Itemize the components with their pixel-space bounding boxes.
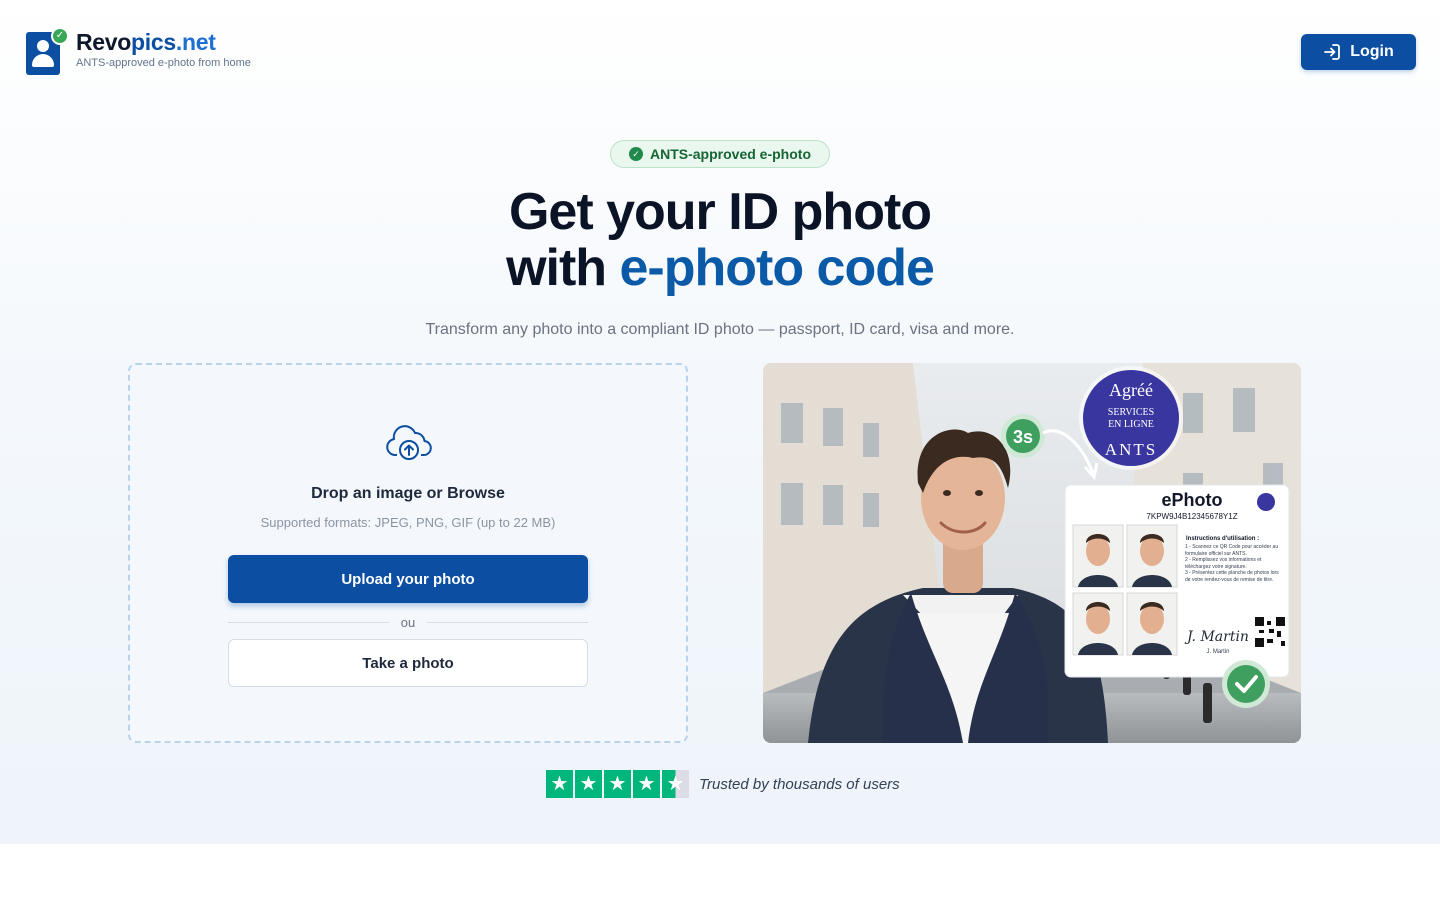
trust-rating: ★ ★ ★ ★ ★ Trusted by thousands of users (546, 770, 900, 798)
timer-text: 3s (1013, 427, 1033, 447)
login-label: Login (1350, 43, 1394, 60)
header: ✓ Revopics.net ANTS-approved e-photo fro… (0, 0, 1440, 100)
seal-mid-text-1: SERVICES (1108, 407, 1154, 418)
ants-seal: Agréé SERVICES EN LIGNE ANTS (1079, 366, 1183, 470)
page-title: Get your ID photo with e-photo code (0, 184, 1440, 296)
star-icon: ★ (575, 770, 602, 798)
instructions-title: Instructions d'utilisation : (1186, 536, 1259, 542)
instruction-3: 3 - Présentez cette planche de photos lo… (1185, 570, 1279, 583)
card-code: 7KPW9J4B12345678Y1Z (1146, 512, 1237, 521)
or-label: ou (400, 614, 416, 630)
seal-top-text: Agréé (1109, 380, 1153, 400)
cloud-upload-icon (386, 425, 432, 460)
success-check-icon (1222, 660, 1270, 708)
title-line-2: with e-photo code (506, 239, 935, 297)
star-rating: ★ ★ ★ ★ ★ (546, 770, 689, 798)
check-circle-icon: ✓ (629, 147, 643, 161)
supported-formats: Supported formats: JPEG, PNG, GIF (up to… (260, 515, 556, 530)
half-star-icon: ★ (662, 770, 689, 798)
star-icon: ★ (633, 770, 660, 798)
brand-name: Revopics.net (76, 29, 216, 55)
check-badge-icon: ✓ (51, 27, 69, 45)
id-card-person-icon: ✓ (26, 27, 69, 76)
brand-logo[interactable]: ✓ Revopics.net ANTS-approved e-photo fro… (26, 27, 251, 76)
take-photo-button[interactable]: Take a photo (228, 639, 588, 687)
trust-text: Trusted by thousands of users (699, 775, 900, 793)
instruction-2: 2 - Remplissez vos informations et téléc… (1185, 557, 1262, 570)
signature-name: J. Martin (1206, 649, 1229, 655)
badge-label: ANTS-approved e-photo (650, 146, 811, 162)
approval-badge: ✓ ANTS-approved e-photo (610, 140, 830, 168)
brand-tagline: ANTS-approved e-photo from home (76, 57, 251, 69)
or-divider: ou (228, 613, 588, 631)
login-button[interactable]: Login (1301, 34, 1416, 70)
upload-photo-button[interactable]: Upload your photo (228, 555, 588, 603)
qr-code-icon (1255, 617, 1285, 647)
title-accent: e-photo code (619, 239, 935, 297)
seal-mid-text-2: EN LIGNE (1108, 419, 1154, 430)
signature: J. Martin (1184, 629, 1249, 645)
drop-instructions: Drop an image or Browse (311, 485, 505, 502)
timer-badge: 3s (1001, 414, 1045, 458)
title-line-1: Get your ID photo (508, 183, 932, 241)
star-icon: ★ (604, 770, 631, 798)
star-icon: ★ (546, 770, 573, 798)
hero-preview-image: 3s Agréé SERVICES EN LIGNE ANTS ePhoto 7… (763, 363, 1301, 743)
page-subtitle: Transform any photo into a compliant ID … (425, 321, 1015, 338)
upload-dropzone[interactable]: Drop an image or Browse Supported format… (128, 363, 688, 743)
seal-bottom-text: ANTS (1105, 440, 1157, 459)
instruction-1: 1 - Scannez ce QR Code pour accéder au f… (1185, 544, 1279, 557)
card-title: ePhoto (1162, 490, 1223, 510)
sign-in-icon (1324, 44, 1341, 60)
ephoto-card: ePhoto 7KPW9J4B12345678Y1Z Instructions … (1064, 484, 1290, 678)
